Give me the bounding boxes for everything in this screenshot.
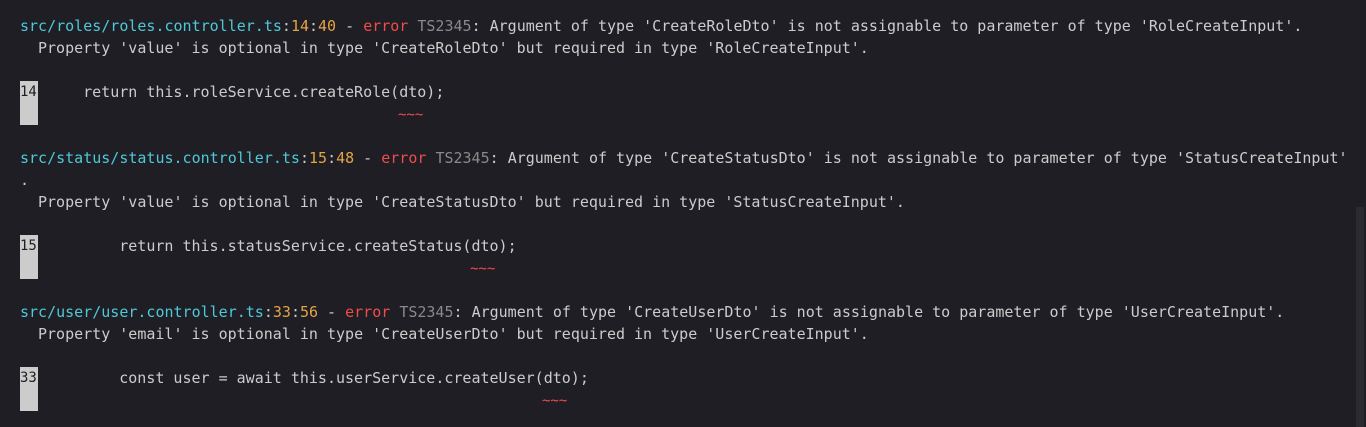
error-code: TS2345 xyxy=(417,17,472,35)
error-line-number: 14 xyxy=(290,17,309,35)
source-line: return this.statusService.createStatus(d… xyxy=(47,237,517,255)
error-detail: Property 'email' is optional in type 'Cr… xyxy=(38,325,869,343)
source-line: const user = await this.userService.crea… xyxy=(47,369,589,387)
error-file-path[interactable]: src/status/status.controller.ts xyxy=(20,149,300,167)
vertical-scrollbar[interactable] xyxy=(1352,0,1366,427)
error-header: src/user/user.controller.ts:33:56 - erro… xyxy=(20,303,1285,321)
error-severity: error xyxy=(381,149,427,167)
error-header: src/status/status.controller.ts:15:48 - … xyxy=(20,149,1348,167)
scrollbar-thumb[interactable] xyxy=(1356,207,1364,427)
error-message: Argument of type 'CreateRoleDto' is not … xyxy=(489,17,1303,35)
line-number-gutter: 33 xyxy=(20,367,38,411)
terminal-output: src/roles/roles.controller.ts:14:40 - er… xyxy=(0,0,1352,427)
error-message-wrap: . xyxy=(20,171,30,189)
error-detail: Property 'value' is optional in type 'Cr… xyxy=(38,39,869,57)
line-number-gutter: 14 xyxy=(20,81,38,125)
error-column-number: 56 xyxy=(299,303,319,321)
error-file-path[interactable]: src/user/user.controller.ts xyxy=(20,303,264,321)
source-line: return this.roleService.createRole(dto); xyxy=(47,83,445,101)
line-number-gutter: 15 xyxy=(20,235,38,279)
error-code: TS2345 xyxy=(399,303,454,321)
error-header: src/roles/roles.controller.ts:14:40 - er… xyxy=(20,17,1303,35)
error-message: Argument of type 'CreateStatusDto' is no… xyxy=(507,149,1348,167)
error-file-path[interactable]: src/roles/roles.controller.ts xyxy=(20,17,282,35)
error-detail: Property 'value' is optional in type 'Cr… xyxy=(38,193,905,211)
error-squiggle: ~~~ xyxy=(398,107,424,123)
error-code: TS2345 xyxy=(435,149,490,167)
error-column-number: 40 xyxy=(318,17,337,35)
error-column-number: 48 xyxy=(336,149,355,167)
error-line-number: 33 xyxy=(272,303,291,321)
error-squiggle: ~~~ xyxy=(542,393,568,409)
error-severity: error xyxy=(345,303,391,321)
error-line-number: 15 xyxy=(309,149,328,167)
error-message: Argument of type 'CreateUserDto' is not … xyxy=(471,303,1285,321)
error-squiggle: ~~~ xyxy=(470,261,496,277)
error-severity: error xyxy=(363,17,409,35)
